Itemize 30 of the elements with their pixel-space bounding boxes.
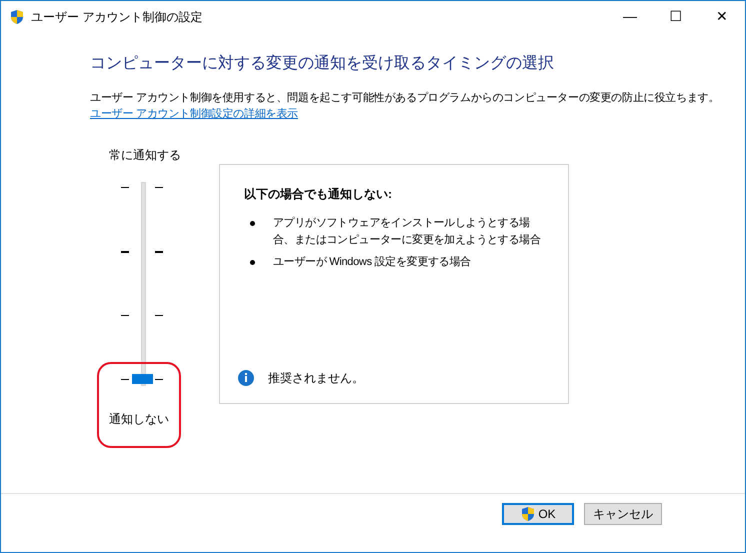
tick-mark	[121, 315, 129, 316]
ok-button[interactable]: OK	[502, 503, 574, 525]
details-link[interactable]: ユーザー アカウント制御設定の詳細を表示	[90, 108, 298, 120]
description: ユーザー アカウント制御を使用すると、問題を起こす可能性があるプログラムからのコンピューターの変更の防止に役立ちます。	[90, 90, 720, 106]
tick-mark	[155, 379, 163, 380]
shield-icon	[9, 8, 25, 24]
tick-mark	[121, 379, 129, 380]
bullet-icon	[250, 221, 255, 226]
shield-icon	[520, 506, 536, 522]
heading: コンピューターに対する変更の通知を受け取るタイミングの選択	[90, 54, 555, 74]
tick-mark	[121, 251, 129, 254]
slider-top-label: 常に通知する	[109, 147, 181, 164]
slider-track[interactable]	[141, 182, 146, 386]
maximize-button[interactable]: ☐	[653, 1, 699, 32]
note-text: 推奨されません。	[268, 370, 364, 388]
tick-mark	[155, 187, 163, 188]
bullet-icon	[250, 260, 255, 266]
info-icon	[238, 370, 254, 386]
window-title: ユーザー アカウント制御の設定	[31, 8, 204, 26]
tick-mark	[155, 315, 163, 316]
close-button[interactable]: ✕	[699, 1, 745, 32]
bullet-text: ユーザーが Windows 設定を変更する場合	[273, 254, 471, 270]
tick-mark	[155, 251, 163, 254]
minimize-button[interactable]: —	[607, 1, 653, 32]
bullet-text: アプリがソフトウェアをインストールしようとする場合、またはコンピューターに変更を加えようとする場合	[273, 216, 542, 248]
tick-mark	[121, 187, 129, 188]
panel-title: 以下の場合でも通知しない:	[244, 186, 393, 204]
slider-thumb[interactable]	[132, 374, 153, 384]
cancel-button[interactable]: キャンセル	[584, 503, 662, 525]
slider-bottom-label: 通知しない	[109, 411, 169, 428]
